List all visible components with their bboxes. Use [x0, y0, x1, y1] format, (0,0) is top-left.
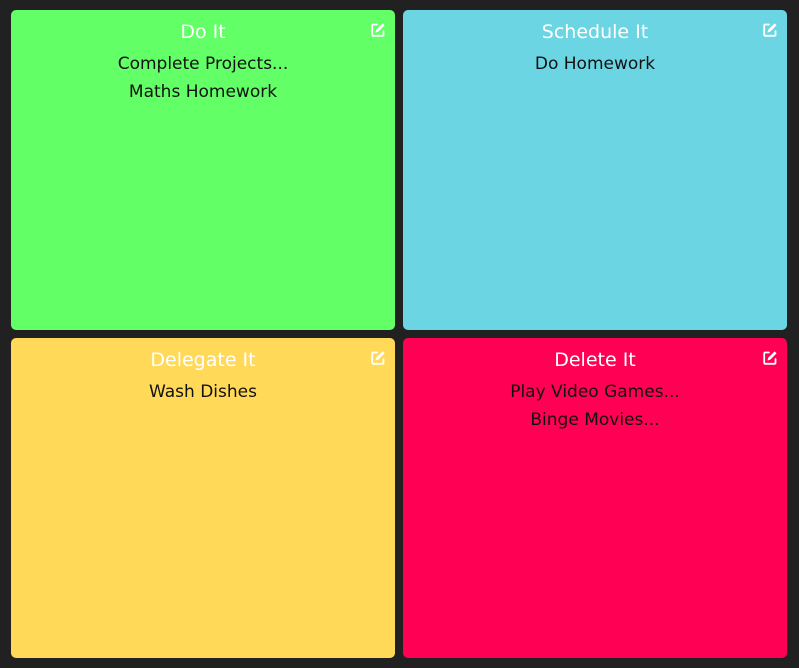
quadrant-schedule-it: Schedule It Do Homework	[403, 10, 787, 330]
task-list: Do Homework	[403, 50, 787, 78]
task-item[interactable]: Wash Dishes	[11, 378, 395, 406]
edit-icon[interactable]	[762, 22, 778, 38]
quadrant-do-it: Do It Complete Projects... Maths Homewor…	[11, 10, 395, 330]
edit-icon[interactable]	[370, 22, 386, 38]
quadrant-title: Schedule It	[541, 21, 649, 43]
task-list: Play Video Games... Binge Movies...	[403, 378, 787, 434]
task-list: Wash Dishes	[11, 378, 395, 406]
task-list: Complete Projects... Maths Homework	[11, 50, 395, 106]
edit-icon[interactable]	[370, 350, 386, 366]
task-item[interactable]: Play Video Games...	[403, 378, 787, 406]
task-item[interactable]: Do Homework	[403, 50, 787, 78]
edit-icon[interactable]	[762, 350, 778, 366]
quadrant-title: Do It	[180, 21, 226, 43]
task-item[interactable]: Maths Homework	[11, 78, 395, 106]
quadrant-title: Delegate It	[150, 349, 256, 371]
task-item[interactable]: Binge Movies...	[403, 406, 787, 434]
task-item[interactable]: Complete Projects...	[11, 50, 395, 78]
eisenhower-matrix: Do It Complete Projects... Maths Homewor…	[11, 10, 787, 658]
quadrant-delegate-it: Delegate It Wash Dishes	[11, 338, 395, 658]
quadrant-title: Delete It	[554, 349, 636, 371]
quadrant-delete-it: Delete It Play Video Games... Binge Movi…	[403, 338, 787, 658]
